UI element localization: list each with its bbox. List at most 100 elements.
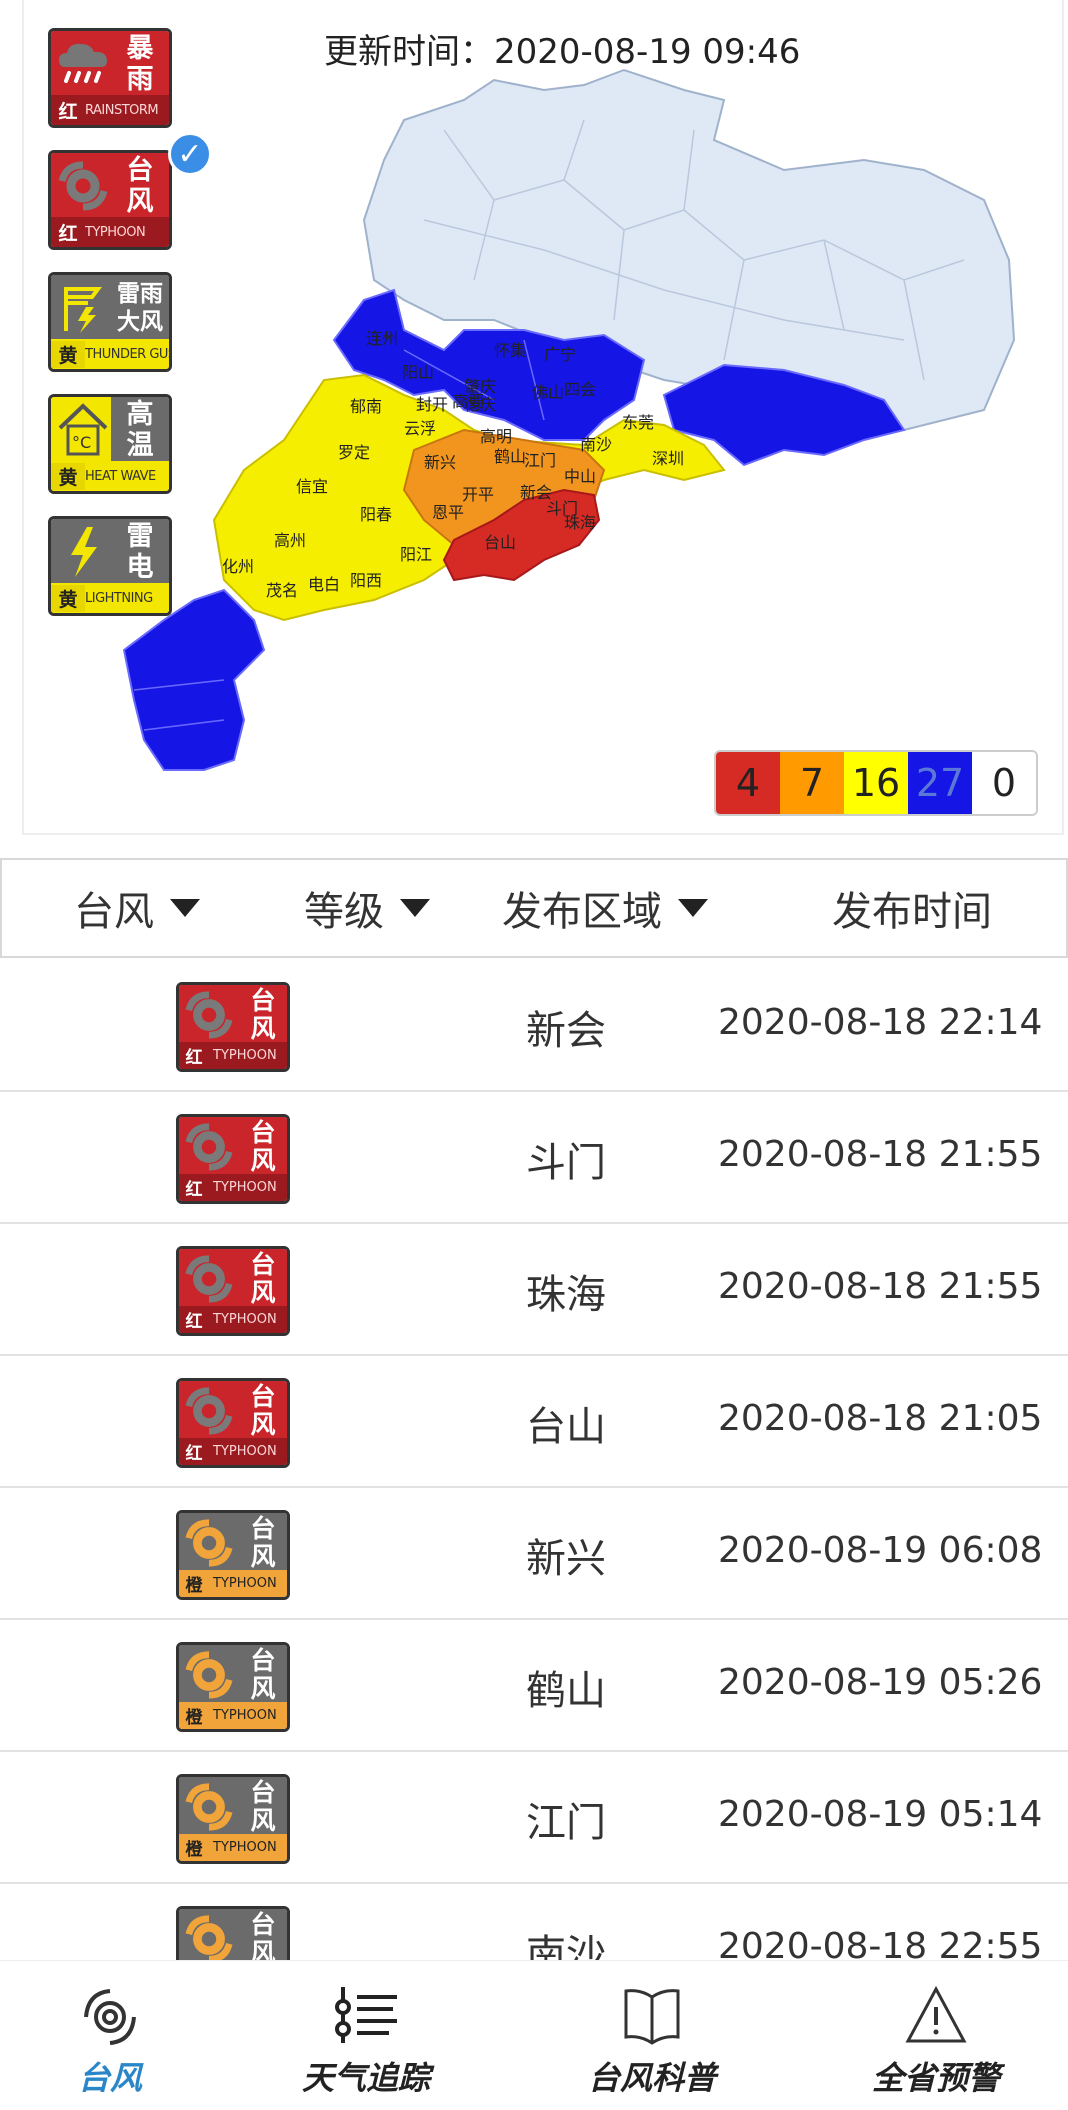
typhoon-icon xyxy=(179,1909,239,1960)
map-label: 阳西 xyxy=(350,571,382,590)
typhoon-icon xyxy=(179,985,239,1045)
selected-check-icon: ✓ xyxy=(168,132,212,176)
map-label: 新兴 xyxy=(424,453,456,472)
typhoon-icon xyxy=(179,1645,239,1705)
map-label: 阳江 xyxy=(400,545,432,564)
table-row[interactable]: 台风橙 TYPHOON 新兴 2020-08-19 06:08 xyxy=(0,1488,1068,1620)
map-label: 深圳 xyxy=(652,449,684,468)
map-label: 鹤山 xyxy=(494,447,526,466)
row-time: 2020-08-19 05:14 xyxy=(718,1794,1043,1835)
warning-count-legend: 4 7 16 27 0 xyxy=(714,750,1038,816)
warning-type-lightning[interactable]: 雷电 黄 LIGHTNING xyxy=(48,516,172,616)
table-row[interactable]: 台风橙TYPHOON 南沙 2020-08-18 22:55 xyxy=(0,1884,1068,1960)
typhoon-warning-badge: 台风红 TYPHOON xyxy=(176,1246,290,1336)
filter-type[interactable]: 台风 xyxy=(74,879,200,937)
typhoon-icon xyxy=(179,1249,239,1309)
heat-wave-icon: °C xyxy=(51,397,115,463)
typhoon-warning-badge: 台风红 TYPHOON xyxy=(176,1378,290,1468)
map-label: 云浮 xyxy=(404,419,436,438)
nav-province-warning[interactable]: 全省预警 xyxy=(836,1981,1036,2099)
warning-type-list: 暴雨 红 RAINSTORM 台风 红 TYPHOON 雷雨 大风 黄 THUNDER … xyxy=(48,28,176,638)
typhoon-warning-badge: 台风橙TYPHOON xyxy=(176,1774,290,1864)
row-time: 2020-08-18 22:55 xyxy=(718,1926,1043,1960)
count-yellow[interactable]: 16 xyxy=(844,752,908,814)
map-label: 开平 xyxy=(462,485,494,504)
count-red[interactable]: 4 xyxy=(716,752,780,814)
table-row[interactable]: 台风红 TYPHOON 斗门 2020-08-18 21:55 xyxy=(0,1092,1068,1224)
map-label: 阳山 xyxy=(402,363,434,382)
map-label: 高州 xyxy=(274,531,306,550)
filter-level[interactable]: 等级 xyxy=(304,879,430,937)
count-orange[interactable]: 7 xyxy=(780,752,844,814)
map-label: 信宜 xyxy=(296,477,328,496)
table-row[interactable]: 台风橙 TYPHOON 鹤山 2020-08-19 05:26 xyxy=(0,1620,1068,1752)
bottom-nav: 台风 天气追踪 台风科普 全省预警 xyxy=(0,1960,1068,2110)
row-time: 2020-08-18 21:55 xyxy=(718,1266,1043,1307)
map-label: 南沙 xyxy=(580,435,612,454)
typhoon-icon xyxy=(179,1381,239,1441)
map-label: 高要 xyxy=(452,392,484,411)
table-row[interactable]: 台风红 TYPHOON 珠海 2020-08-18 21:55 xyxy=(0,1224,1068,1356)
count-blue[interactable]: 27 xyxy=(908,752,972,814)
map-label: 四会 xyxy=(564,380,596,399)
typhoon-warning-badge: 台风橙TYPHOON xyxy=(176,1906,290,1960)
map-label: 化州 xyxy=(222,557,254,576)
book-icon xyxy=(552,1981,752,2049)
table-row[interactable]: 台风红 TYPHOON 新会 2020-08-18 22:14 xyxy=(0,960,1068,1092)
filter-area[interactable]: 发布区域 xyxy=(502,879,708,937)
map-label: 珠海 xyxy=(564,513,596,532)
row-area: 新会 xyxy=(526,1008,606,1054)
row-time: 2020-08-19 06:08 xyxy=(718,1530,1043,1571)
map-label: 郁南 xyxy=(350,397,382,416)
lightning-icon xyxy=(51,519,115,585)
count-white[interactable]: 0 xyxy=(972,752,1036,814)
row-area: 珠海 xyxy=(526,1272,606,1318)
map-label: 东莞 xyxy=(622,413,654,432)
typhoon-icon xyxy=(179,1117,239,1177)
row-time: 2020-08-18 21:05 xyxy=(718,1398,1043,1439)
typhoon-icon xyxy=(10,1981,210,2049)
warning-icon xyxy=(836,1981,1036,2049)
row-area: 鹤山 xyxy=(526,1668,606,1714)
map-label: 佛山 xyxy=(532,383,564,402)
map-label: 台山 xyxy=(484,533,516,552)
table-row[interactable]: 台风橙 TYPHOON 江门 2020-08-19 05:14 xyxy=(0,1752,1068,1884)
dropdown-arrow-icon xyxy=(170,899,200,917)
map-label: 罗定 xyxy=(338,443,370,462)
map-label: 连州 xyxy=(366,329,398,348)
map-label: 怀集 xyxy=(494,341,526,360)
row-area: 新兴 xyxy=(526,1536,606,1582)
nav-typhoon-science[interactable]: 台风科普 xyxy=(552,1981,752,2099)
typhoon-warning-badge: 台风橙TYPHOON xyxy=(176,1510,290,1600)
svg-text:°C: °C xyxy=(72,433,91,452)
typhoon-warning-badge: 台风红 TYPHOON xyxy=(176,1114,290,1204)
warning-type-typhoon[interactable]: 台风 红 TYPHOON xyxy=(48,150,172,250)
nav-typhoon[interactable]: 台风 xyxy=(10,1981,210,2099)
typhoon-icon xyxy=(179,1513,239,1573)
typhoon-warning-badge: 台风红 TYPHOON xyxy=(176,982,290,1072)
row-area: 斗门 xyxy=(526,1140,606,1186)
warning-type-thunder-gust[interactable]: 雷雨大风 黄THUNDER GUST xyxy=(48,272,172,372)
filter-time[interactable]: 发布时间 xyxy=(832,879,992,937)
map-label: 江门 xyxy=(524,451,556,470)
map-label: 高明 xyxy=(480,427,512,446)
row-area: 台山 xyxy=(526,1404,606,1450)
typhoon-icon xyxy=(51,153,115,219)
row-time: 2020-08-18 22:14 xyxy=(718,1002,1043,1043)
row-time: 2020-08-19 05:26 xyxy=(718,1662,1043,1703)
map-label: 广宁 xyxy=(544,345,576,364)
warning-type-heat-wave[interactable]: °C 高温 黄 HEAT WAVE xyxy=(48,394,172,494)
thunder-gust-icon xyxy=(51,275,115,341)
nav-weather-tracking[interactable]: 天气追踪 xyxy=(266,1981,466,2099)
row-time: 2020-08-18 21:55 xyxy=(718,1134,1043,1175)
row-area: 江门 xyxy=(526,1800,606,1846)
row-area: 南沙 xyxy=(526,1932,606,1960)
warning-list[interactable]: 台风红 TYPHOON 新会 2020-08-18 22:14 台风红 TYPHOON 斗门… xyxy=(0,960,1068,1960)
typhoon-icon xyxy=(179,1777,239,1837)
warning-type-rainstorm[interactable]: 暴雨 红 RAINSTORM xyxy=(48,28,172,128)
map-label: 恩平 xyxy=(432,503,464,522)
map-label: 中山 xyxy=(564,467,596,486)
table-row[interactable]: 台风红 TYPHOON 台山 2020-08-18 21:05 xyxy=(0,1356,1068,1488)
filter-bar: 台风 等级 发布区域 发布时间 xyxy=(0,858,1068,958)
province-map[interactable]: 连州 阳山 肇庆 四会 广宁 怀集 封开 德庆 郁南 罗定 云浮 高要 高明 佛… xyxy=(24,0,1064,835)
